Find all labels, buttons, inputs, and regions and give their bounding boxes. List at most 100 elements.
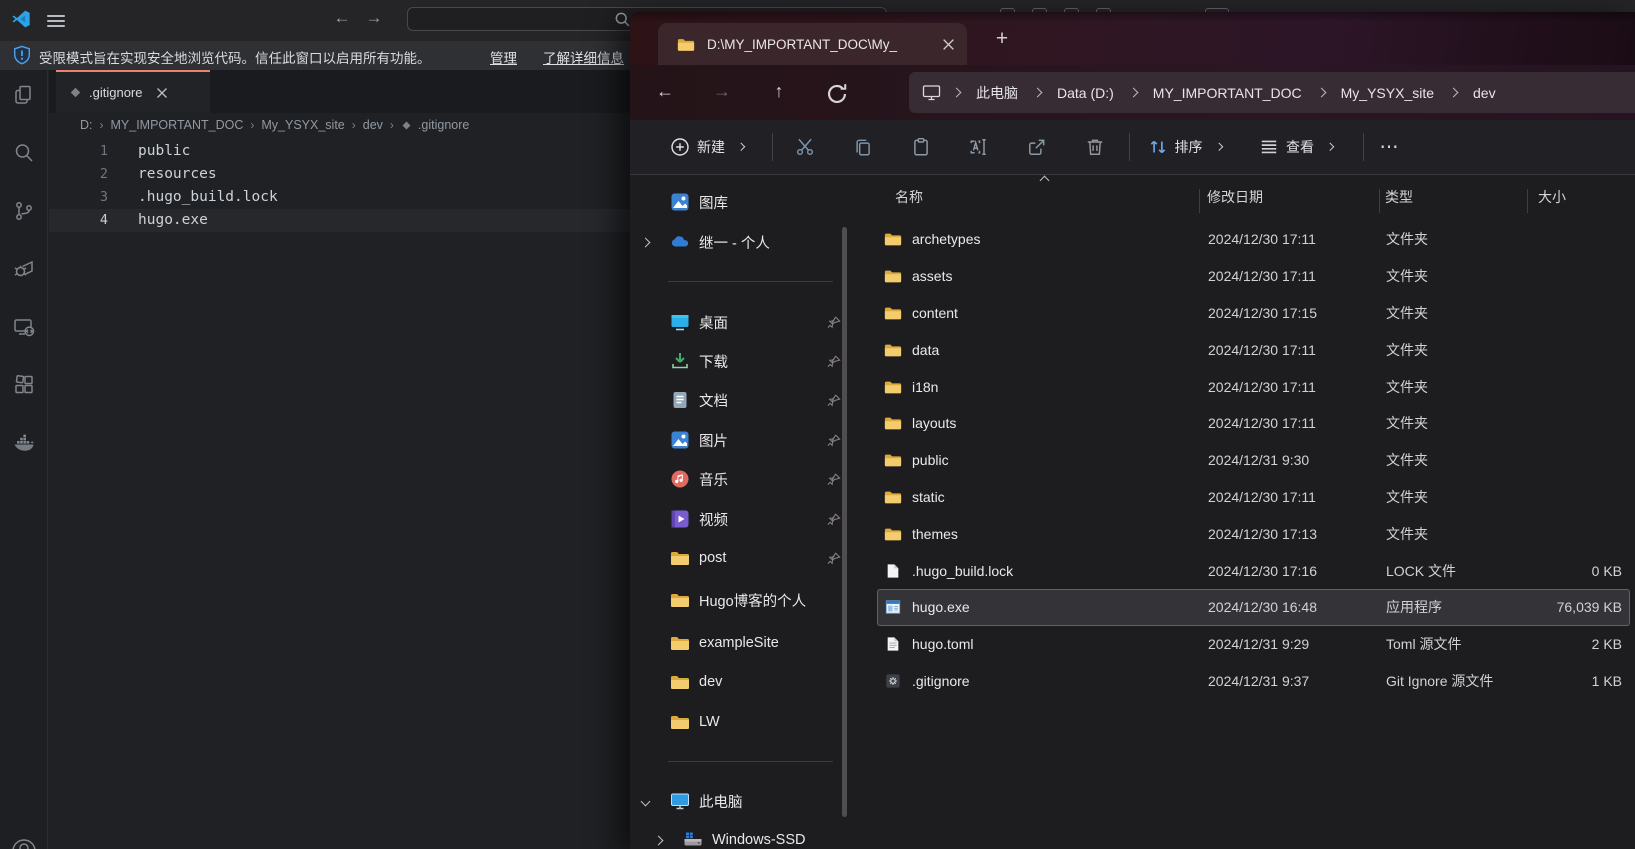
explorer-nav-row: ← → ↑ 此电脑 Data (D:) MY_IMPORTANT_DOC My_… [630, 65, 1635, 120]
file-row[interactable]: content2024/12/30 17:15文件夹 [877, 295, 1630, 332]
sidebar-item-music[interactable]: 音乐 [630, 462, 845, 496]
drive-icon [683, 830, 703, 849]
sidebar-item-videos[interactable]: 视频 [630, 502, 845, 536]
sort-arrows-icon [1148, 137, 1168, 157]
copy-icon[interactable] [853, 137, 873, 157]
close-tab-icon[interactable] [156, 87, 168, 99]
remote-explorer-icon[interactable] [12, 315, 36, 339]
address-segment-drive[interactable]: Data (D:) [1053, 85, 1118, 101]
breadcrumb-file[interactable]: .gitignore [418, 118, 469, 132]
banner-manage-link[interactable]: 管理 [490, 47, 517, 67]
nav-forward-icon[interactable]: → [709, 79, 735, 105]
file-row[interactable]: static2024/12/30 17:11文件夹 [877, 479, 1630, 516]
close-tab-icon[interactable] [942, 38, 955, 51]
sidebar-item-post[interactable]: post [630, 541, 845, 575]
source-control-icon[interactable] [12, 199, 36, 223]
file-row[interactable]: layouts2024/12/30 17:11文件夹 [877, 405, 1630, 442]
sidebar-item-desktop[interactable]: 桌面 [630, 305, 845, 339]
share-icon[interactable] [1027, 137, 1047, 157]
sort-ascending-icon [1040, 176, 1050, 186]
file-row[interactable]: data2024/12/30 17:11文件夹 [877, 331, 1630, 368]
address-segment-folder[interactable]: MY_IMPORTANT_DOC [1149, 85, 1306, 101]
new-button[interactable]: 新建 [670, 137, 750, 157]
sidebar-item-pictures[interactable]: 图片 [630, 423, 845, 457]
sidebar-item-this-pc[interactable]: 此电脑 [630, 784, 845, 818]
rename-icon[interactable] [969, 137, 989, 157]
chevron-down-icon[interactable] [640, 796, 650, 806]
account-icon[interactable] [11, 838, 37, 849]
downloads-icon [670, 351, 690, 371]
breadcrumb-folder[interactable]: My_YSYX_site [261, 118, 344, 132]
tab-gitignore[interactable]: .gitignore [56, 70, 210, 113]
column-header-name[interactable]: 名称 [895, 187, 923, 213]
history-back-icon[interactable]: ← [330, 8, 354, 28]
sidebar-item-lw[interactable]: LW [630, 705, 845, 739]
folder-icon [884, 305, 902, 321]
address-segment-folder[interactable]: dev [1469, 85, 1500, 101]
docker-icon[interactable] [12, 431, 36, 455]
sidebar-item-documents[interactable]: 文档 [630, 383, 845, 417]
menu-hamburger-icon[interactable] [47, 12, 65, 28]
extensions-icon[interactable] [12, 373, 36, 397]
file-row[interactable]: themes2024/12/30 17:13文件夹 [877, 515, 1630, 552]
address-bar[interactable]: 此电脑 Data (D:) MY_IMPORTANT_DOC My_YSYX_s… [909, 72, 1635, 113]
gallery-icon [670, 192, 690, 212]
nav-up-icon[interactable]: ↑ [766, 79, 792, 105]
column-resize-handle[interactable] [1199, 189, 1200, 213]
new-tab-button[interactable]: + [985, 25, 1019, 55]
sidebar-item-downloads[interactable]: 下载 [630, 344, 845, 378]
address-segment-folder[interactable]: My_YSYX_site [1337, 85, 1438, 101]
explorer-files-icon[interactable] [12, 83, 36, 107]
chevron-right-icon[interactable] [653, 835, 663, 845]
sidebar-scrollbar[interactable] [842, 227, 847, 817]
paste-icon[interactable] [911, 137, 931, 157]
file-row[interactable]: hugo.toml2024/12/31 9:29Toml 源文件2 KB [877, 626, 1630, 663]
explorer-tab-strip: D:\MY_IMPORTANT_DOC\My_ + [630, 12, 1635, 65]
sidebar-item-gallery[interactable]: 图库 [630, 185, 845, 219]
column-resize-handle[interactable] [1379, 189, 1380, 213]
history-forward-icon[interactable]: → [362, 8, 386, 28]
breadcrumb-folder[interactable]: dev [363, 118, 383, 132]
folder-icon [884, 415, 902, 431]
cut-icon[interactable] [795, 137, 815, 157]
file-row[interactable]: public2024/12/31 9:30文件夹 [877, 442, 1630, 479]
sidebar-item-hugo-blog[interactable]: Hugo博客的个人 [630, 583, 845, 617]
file-row[interactable]: i18n2024/12/30 17:11文件夹 [877, 368, 1630, 405]
pin-icon [827, 393, 842, 408]
column-header-size[interactable]: 大小 [1538, 187, 1566, 213]
sort-button[interactable]: 排序 [1148, 137, 1228, 157]
computer-icon [922, 84, 941, 101]
activity-bar [0, 70, 48, 849]
column-header-date[interactable]: 修改日期 [1207, 187, 1263, 213]
search-sidebar-icon[interactable] [12, 141, 36, 165]
sidebar-item-dev[interactable]: dev [630, 665, 845, 699]
more-options-button[interactable]: ⋯ [1380, 136, 1400, 159]
sidebar-item-examplesite[interactable]: exampleSite [630, 626, 845, 660]
gitignore-file-icon [69, 86, 82, 99]
sidebar-item-windows-ssd[interactable]: Windows-SSD [630, 823, 845, 849]
desktop: ← → 受限模式旨在实现安全地浏览代码。信任此窗口以启用所有功能。 管理 [0, 0, 1635, 849]
breadcrumb-folder[interactable]: MY_IMPORTANT_DOC [111, 118, 244, 132]
sidebar-item-onedrive[interactable]: 继一 - 个人 [630, 225, 845, 259]
banner-text: 受限模式旨在实现安全地浏览代码。信任此窗口以启用所有功能。 [39, 47, 431, 67]
refresh-icon[interactable] [824, 81, 850, 107]
chevron-right-icon[interactable] [640, 237, 650, 247]
folder-icon [670, 548, 690, 568]
breadcrumb-drive[interactable]: D: [80, 118, 93, 132]
column-resize-handle[interactable] [1527, 189, 1528, 213]
folder-icon [677, 37, 695, 52]
pin-icon [827, 472, 842, 487]
address-segment-this-pc[interactable]: 此电脑 [972, 83, 1022, 103]
file-row[interactable]: .hugo_build.lock2024/12/30 17:16LOCK 文件0… [877, 552, 1630, 589]
file-row[interactable]: .gitignore2024/12/31 9:37Git Ignore 源文件1… [877, 663, 1630, 700]
column-header-type[interactable]: 类型 [1385, 187, 1413, 213]
delete-icon[interactable] [1085, 137, 1105, 157]
file-row[interactable]: assets2024/12/30 17:11文件夹 [877, 258, 1630, 295]
file-row-selected[interactable]: hugo.exe2024/12/30 16:48应用程序76,039 KB [877, 589, 1630, 626]
banner-learn-more-link[interactable]: 了解详细信息 [543, 47, 624, 67]
explorer-tab[interactable]: D:\MY_IMPORTANT_DOC\My_ [658, 23, 967, 65]
view-button[interactable]: 查看 [1259, 137, 1339, 157]
run-debug-icon[interactable] [12, 257, 36, 281]
file-row[interactable]: archetypes2024/12/30 17:11文件夹 [877, 221, 1630, 258]
nav-back-icon[interactable]: ← [652, 79, 678, 105]
